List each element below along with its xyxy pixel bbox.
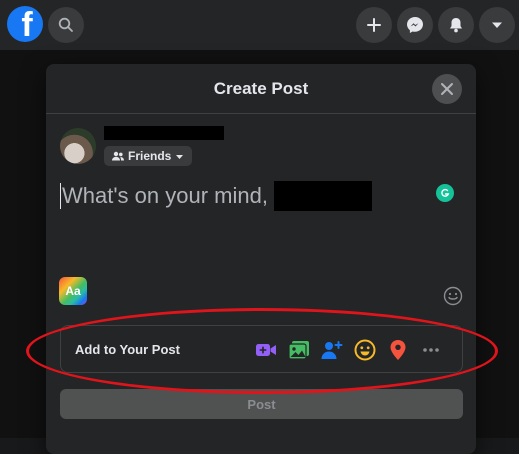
smiley-icon [443, 286, 463, 306]
photo-icon [288, 341, 309, 360]
messenger-icon [407, 17, 423, 33]
more-options-button[interactable] [419, 339, 443, 361]
avatar [60, 128, 96, 164]
emoji-button[interactable] [442, 285, 464, 307]
plus-icon [367, 18, 381, 32]
dialog-title: Create Post [213, 79, 309, 98]
close-button[interactable] [432, 74, 462, 104]
live-video-icon [256, 344, 276, 356]
grammarly-button[interactable] [436, 184, 454, 202]
check-in-button[interactable] [386, 339, 410, 361]
top-navigation-bar: f [0, 0, 519, 50]
friends-icon [112, 151, 124, 161]
post-placeholder: What's on your mind, [62, 183, 268, 208]
live-video-button[interactable] [254, 339, 278, 361]
account-menu-button[interactable] [479, 7, 515, 43]
close-icon [441, 83, 453, 95]
caret-down-icon [176, 154, 184, 159]
create-post-dialog: Create Post Friends What's on your mind, [46, 64, 476, 454]
text-background-button[interactable]: Aa [59, 277, 87, 305]
grammarly-icon [441, 188, 450, 197]
audience-selector[interactable]: Friends [104, 146, 193, 166]
dialog-header: Create Post [46, 64, 476, 114]
feeling-icon [354, 339, 376, 361]
redacted-user-name [104, 126, 224, 140]
search-button[interactable] [48, 7, 84, 43]
redacted-user-name [273, 181, 372, 211]
bell-icon [450, 18, 462, 33]
audience-label: Friends [128, 149, 172, 163]
create-button[interactable] [356, 7, 392, 43]
tag-people-button[interactable] [320, 339, 344, 361]
logo-letter: f [21, 6, 33, 42]
messenger-button[interactable] [397, 7, 433, 43]
add-to-post-label: Add to Your Post [75, 342, 180, 357]
check-in-icon [390, 340, 406, 360]
photo-video-button[interactable] [287, 339, 311, 361]
post-button[interactable]: Post [60, 389, 463, 419]
notifications-button[interactable] [438, 7, 474, 43]
post-button-label: Post [247, 396, 276, 412]
search-icon [58, 17, 73, 32]
post-text-input[interactable]: What's on your mind, [60, 179, 372, 213]
aa-label: Aa [65, 284, 81, 298]
add-to-post-bar: Add to Your Post [60, 325, 463, 373]
more-icon [423, 348, 439, 352]
caret-down-icon [492, 22, 502, 28]
text-cursor [60, 183, 61, 209]
facebook-logo[interactable]: f [7, 6, 43, 42]
feeling-activity-button[interactable] [353, 339, 377, 361]
tag-people-icon [321, 341, 343, 359]
